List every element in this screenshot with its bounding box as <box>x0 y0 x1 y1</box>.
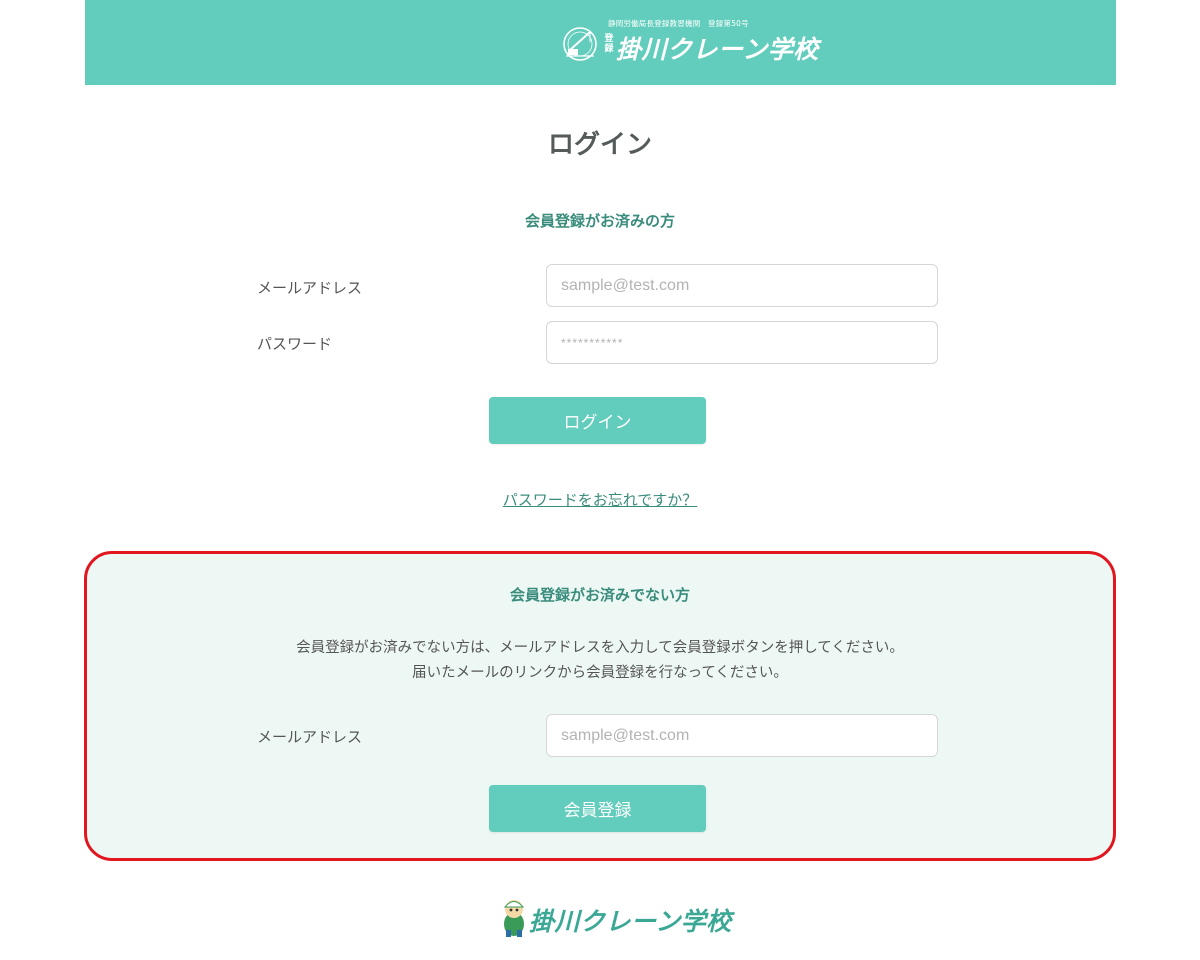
register-description-line1: 会員登録がお済みでない方は、メールアドレスを入力して会員登録ボタンを押してくださ… <box>296 640 904 656</box>
password-input[interactable] <box>546 321 938 364</box>
email-label: メールアドレス <box>257 279 363 297</box>
registered-mark: 登録 <box>604 34 614 54</box>
register-title: 会員登録がお済みでない方 <box>509 586 690 604</box>
header-school-name: 掛川クレーン学校 <box>616 35 819 64</box>
password-label: パスワード <box>257 335 333 353</box>
site-header: 静岡労働局長登録教習機関 登録第50号 登録 掛川クレーン学校 <box>85 0 1116 85</box>
header-tagline: 静岡労働局長登録教習機関 登録第50号 <box>608 19 749 28</box>
member-login-title: 会員登録がお済みの方 <box>524 212 675 230</box>
page-title: ログイン <box>547 130 652 160</box>
footer-logo[interactable]: 掛川クレーン学校 <box>500 896 731 940</box>
email-input[interactable] <box>546 264 938 307</box>
header-logo[interactable]: 静岡労働局長登録教習機関 登録第50号 登録 掛川クレーン学校 <box>560 16 818 68</box>
mascot-icon <box>503 900 525 937</box>
footer-school-name: 掛川クレーン学校 <box>529 907 732 936</box>
crane-emblem-icon <box>563 27 597 61</box>
login-button[interactable]: ログイン <box>489 397 706 444</box>
register-description-line2: 届いたメールのリンクから会員登録を行なってください。 <box>412 665 788 681</box>
forgot-password-link[interactable]: パスワードをお忘れですか？ <box>503 491 698 509</box>
register-email-label: メールアドレス <box>257 728 363 746</box>
forgot-password: パスワードをお忘れですか？ <box>0 489 1200 510</box>
register-email-input[interactable] <box>546 714 938 757</box>
register-button[interactable]: 会員登録 <box>489 785 706 832</box>
